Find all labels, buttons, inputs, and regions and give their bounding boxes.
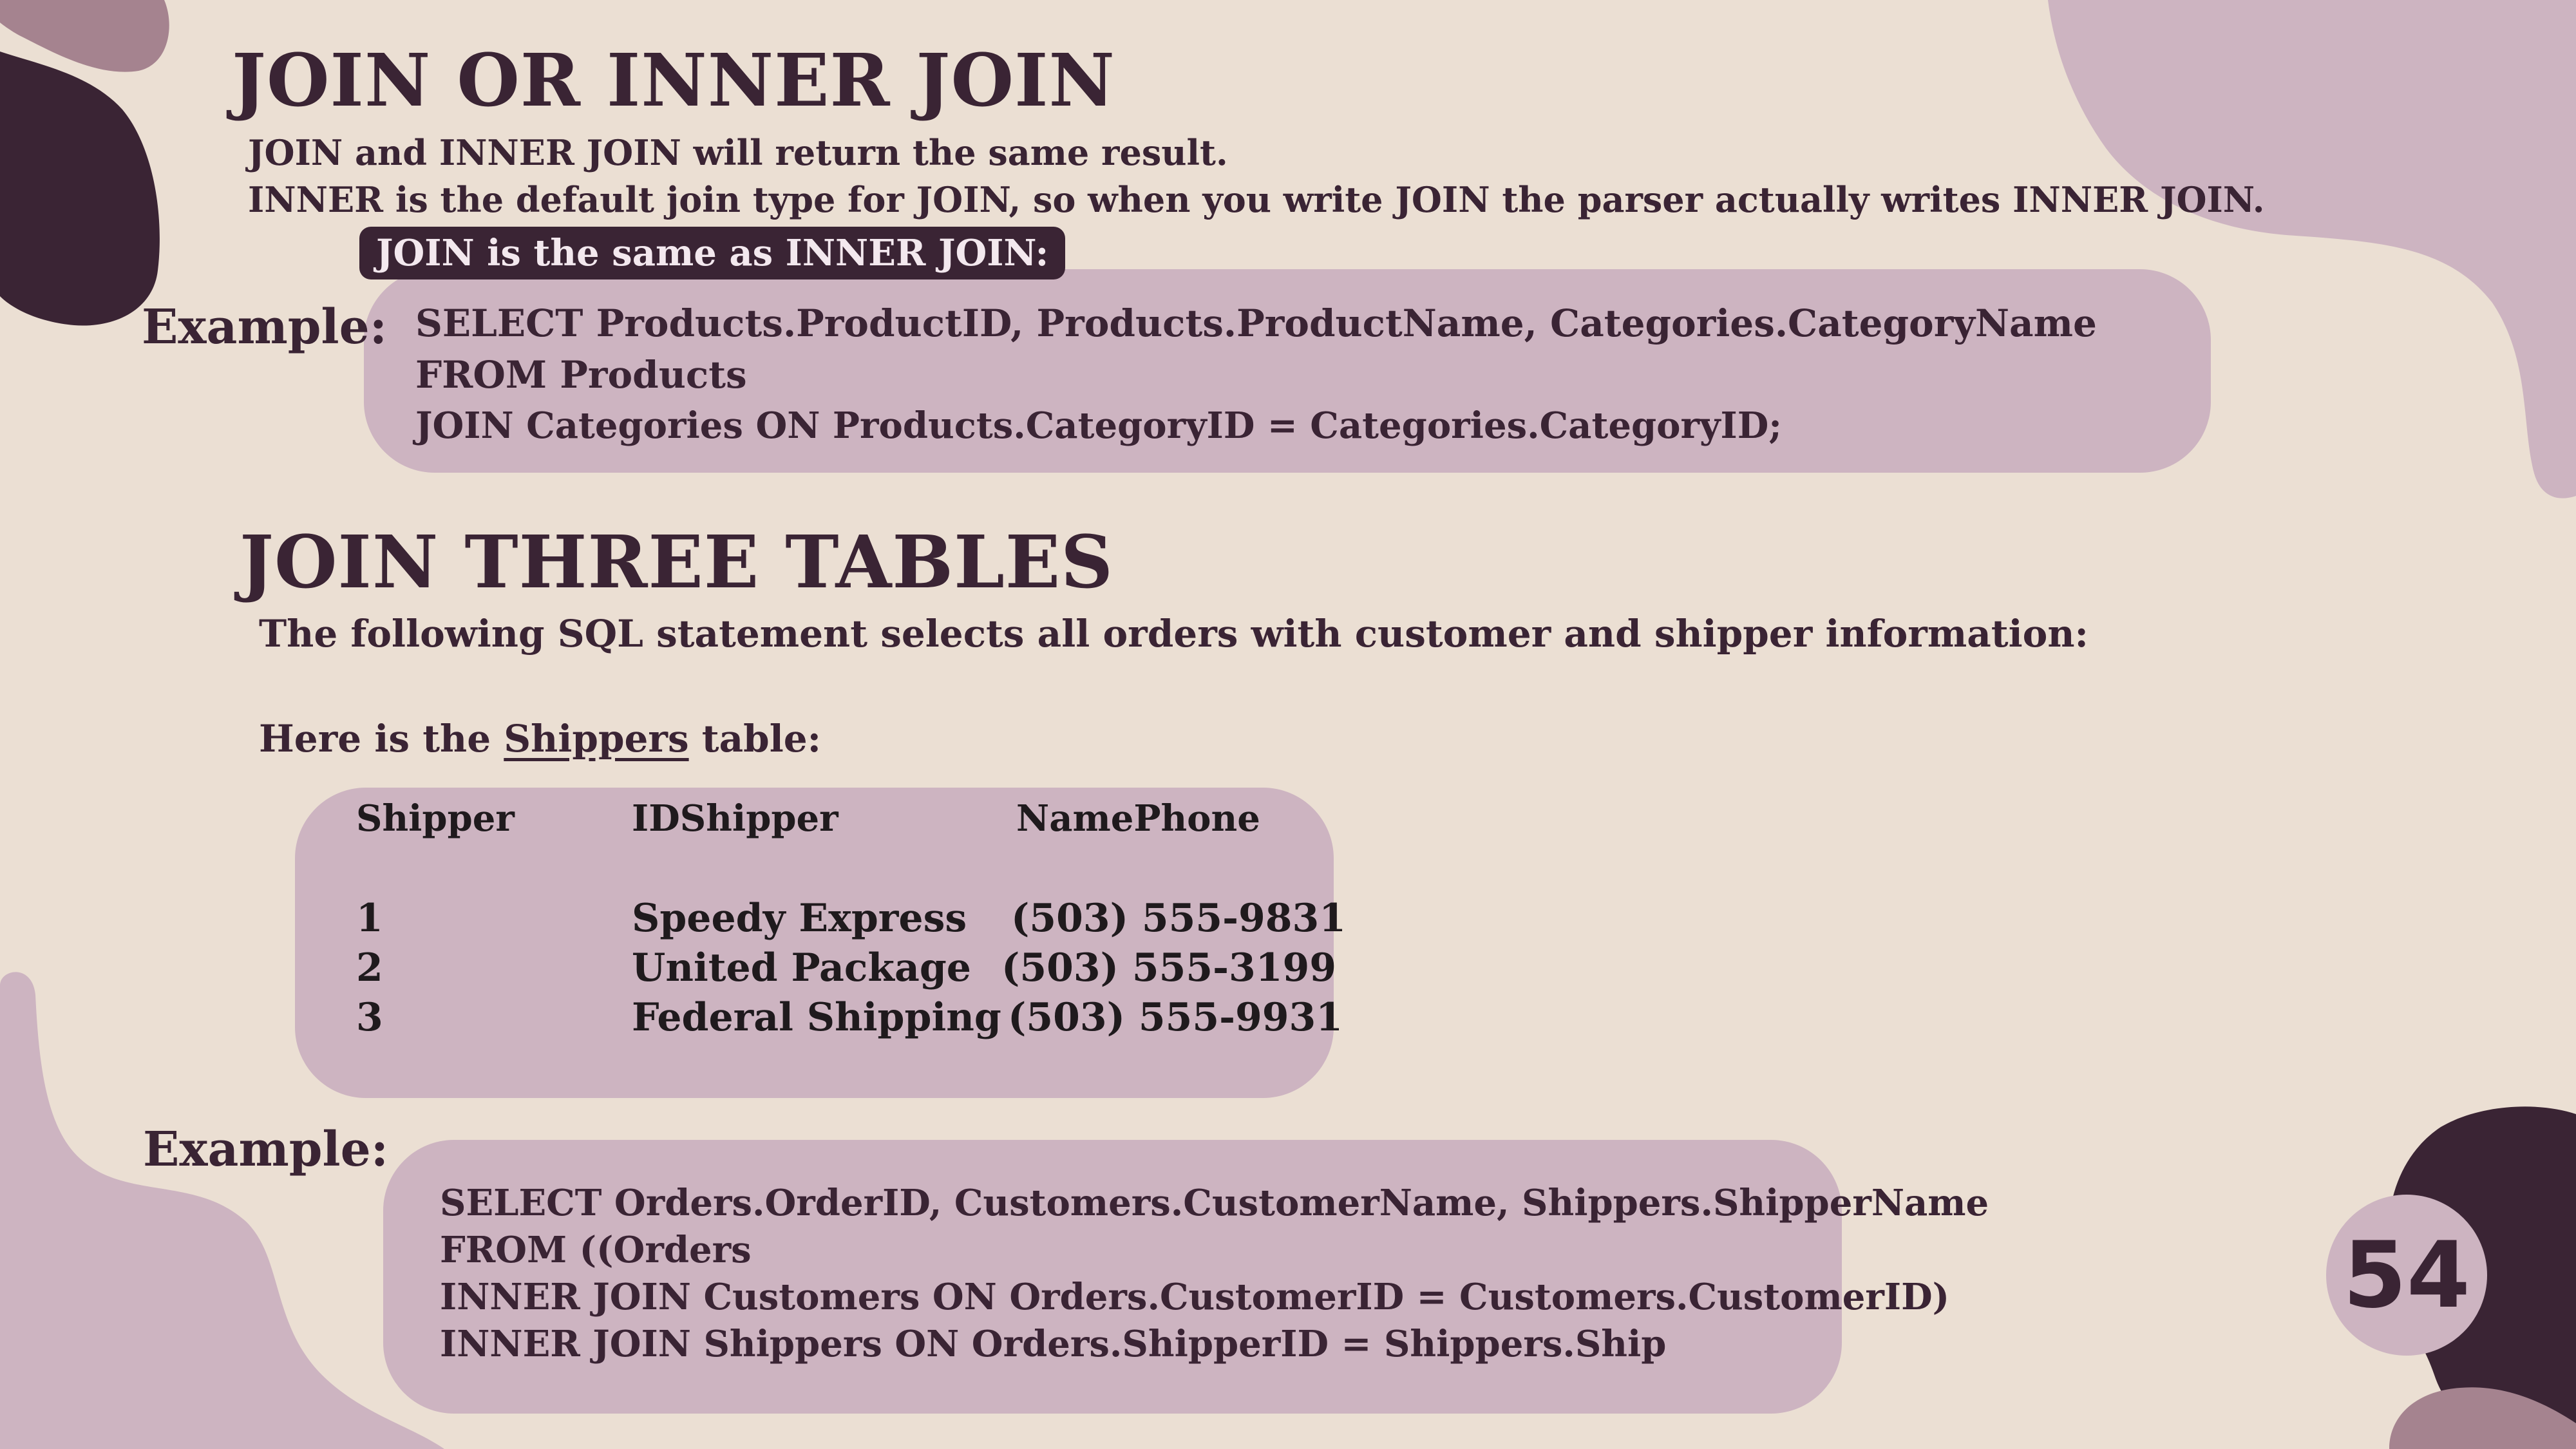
code-line: INNER JOIN Shippers ON Orders.ShipperID … [440,1323,1667,1365]
example-label-2: Example: [143,1122,389,1177]
code-line: FROM ((Orders [440,1229,752,1271]
decorative-blob-top-left-dark [0,52,160,326]
table-header-idshipper: IDShipper [632,797,838,840]
table-cell-name: Speedy Express [632,896,967,941]
table-intro-suffix: table: [688,717,822,761]
page-number: 54 [2343,1222,2470,1329]
three-tables-intro: The following SQL statement selects all … [259,612,2088,656]
join-equivalence-banner: JOIN is the same as INNER JOIN: [359,227,1066,279]
table-cell-name: Federal Shipping [632,995,1001,1040]
shippers-link[interactable]: Shippers [504,717,688,761]
table-cell-phone: (503) 555-9931 [1008,995,1343,1040]
code-box-three-tables-example: SELECT Orders.OrderID, Customers.Custome… [383,1140,1989,1414]
table-intro-prefix: Here is the [259,717,504,761]
code-line: SELECT Orders.OrderID, Customers.Custome… [440,1182,1989,1224]
table-cell-id: 1 [356,896,383,941]
code-box-join-example: SELECT Products.ProductID, Products.Prod… [364,269,2211,473]
table-cell-id: 2 [356,945,383,990]
decorative-blob-bottom-right-mauve [2389,1387,2576,1449]
code-line: SELECT Products.ProductID, Products.Prod… [415,301,2097,345]
table-header-shipper: Shipper [356,797,515,840]
section-title-join: JOIN OR INNER JOIN [232,39,1115,123]
shippers-table-intro: Here is the Shippers table: [259,717,821,761]
shippers-table-box: Shipper IDShipper NamePhone 1 Speedy Exp… [295,788,1346,1098]
page-number-badge: 54 [2326,1195,2487,1356]
table-cell-phone: (503) 555-3199 [1001,945,1337,990]
example-label-1: Example: [142,299,388,355]
code-line: FROM Products [415,353,747,397]
table-header-namephone: NamePhone [1016,797,1260,840]
table-cell-name: United Package [632,945,971,990]
join-description-line-1: JOIN and INNER JOIN will return the same… [248,132,1228,173]
join-description-line-2: INNER is the default join type for JOIN,… [248,179,2265,220]
slide: JOIN OR INNER JOIN JOIN and INNER JOIN w… [0,0,2576,1449]
table-cell-id: 3 [356,995,383,1040]
code-line: INNER JOIN Customers ON Orders.CustomerI… [440,1276,1950,1318]
table-cell-phone: (503) 555-9831 [1011,896,1347,941]
section-title-three-tables: JOIN THREE TABLES [240,520,1114,605]
code-line: JOIN Categories ON Products.CategoryID =… [415,404,1782,447]
